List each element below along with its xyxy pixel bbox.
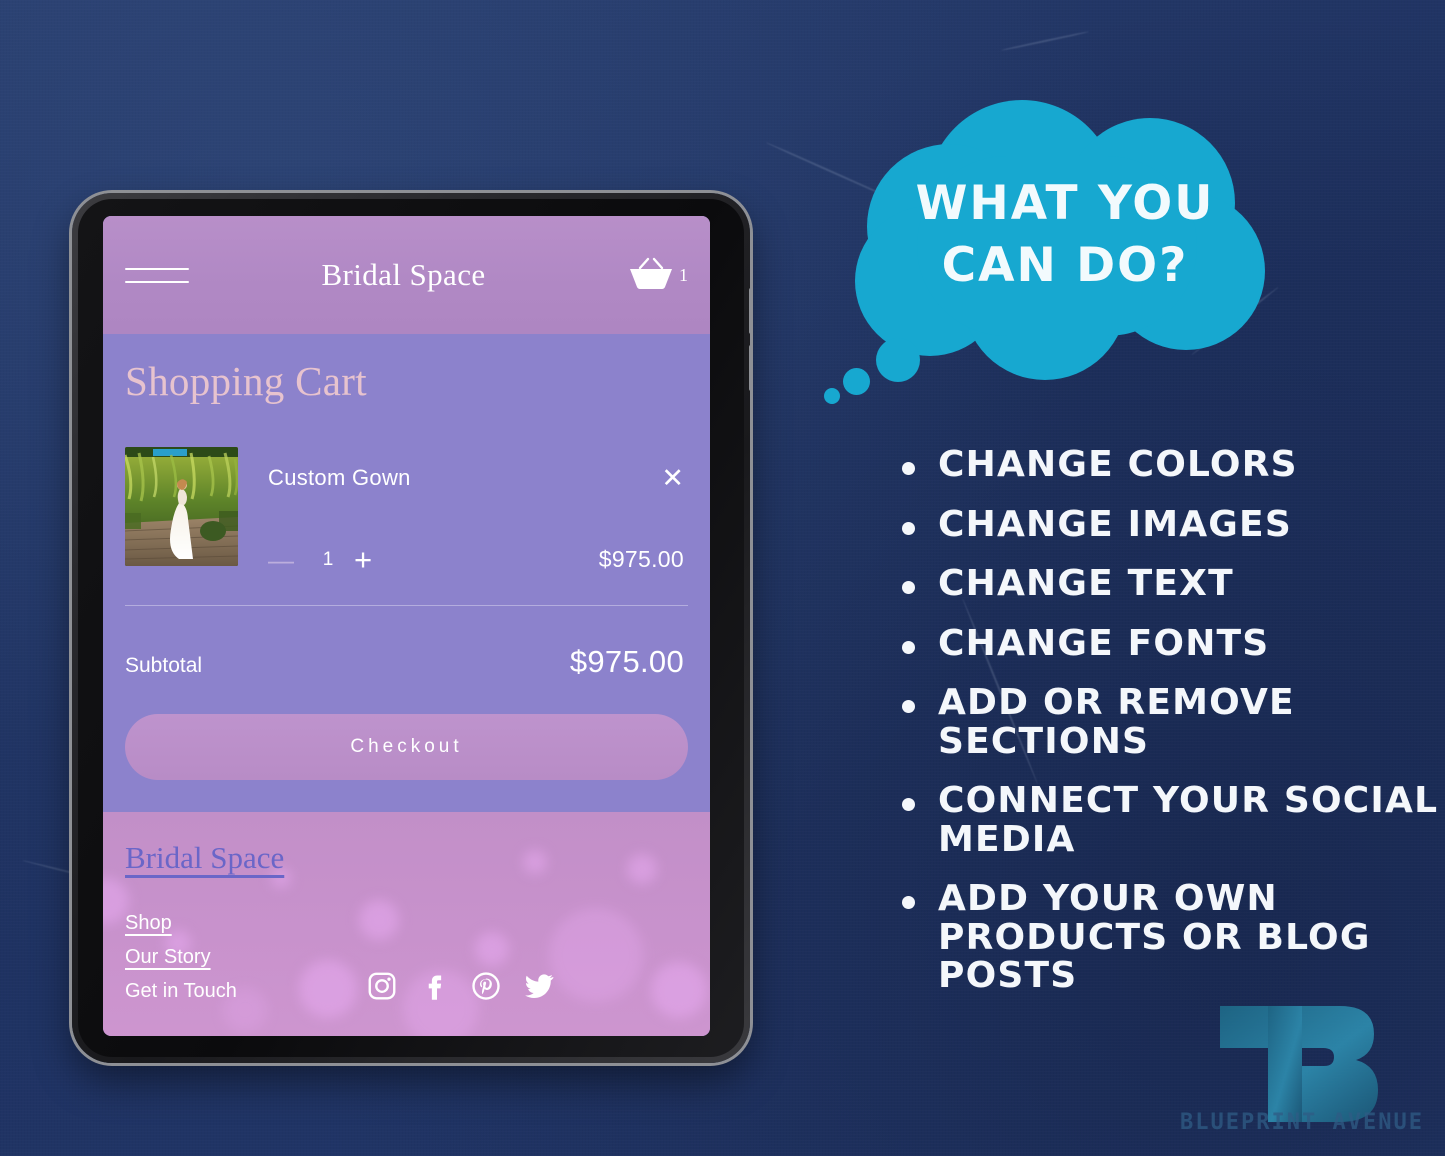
footer-link-get-in-touch[interactable]: Get in Touch [125,980,237,1003]
instagram-icon[interactable] [367,971,397,1001]
page-title: Shopping Cart [125,358,367,404]
bubble-tail-dot-small [824,388,840,404]
volume-down-button[interactable] [749,345,750,391]
cart-button[interactable]: 1 [628,257,688,293]
site-brand-logo[interactable]: Bridal Space [179,257,628,293]
product-price: $975.00 [598,546,684,573]
bokeh-dot [627,854,657,885]
list-item: CHANGE COLORS [892,445,1445,485]
tablet-device-mockup: Bridal Space 1 Shopping Cart Custom Gown… [72,193,750,1063]
decrease-quantity-button[interactable]: — [268,547,302,573]
bokeh-dot [523,850,547,875]
watermark-label: BLUEPRINT AVENUE [1180,1110,1424,1135]
basket-icon [630,257,672,289]
remove-item-button[interactable]: ✕ [661,465,688,492]
subtotal-value: $975.00 [569,644,684,680]
bubble-tail-dot-medium [843,368,870,395]
list-item: CHANGE FONTS [892,624,1445,664]
twitter-icon[interactable] [523,971,555,1001]
footer-logo[interactable]: Bridal Space [125,840,284,876]
list-item: CHANGE IMAGES [892,505,1445,545]
cart-item-header: Custom Gown ✕ [268,447,688,492]
thought-bubble: WHAT YOU CAN DO? [855,100,1275,380]
list-item: ADD OR REMOVE SECTIONS [892,683,1445,761]
list-item: ADD YOUR OWN PRODUCTS OR BLOG POSTS [892,879,1445,996]
bubble-title-line-2: CAN DO? [941,238,1189,293]
cart-bottom-spacer [125,780,688,812]
subtotal-row: Subtotal $975.00 [125,606,688,680]
shopping-cart-section: Shopping Cart Custom Gown ✕ — 1 + $975.0… [103,334,710,813]
pinterest-icon[interactable] [471,971,501,1001]
cart-item-details: Custom Gown ✕ — 1 + $975.00 [238,447,688,576]
feature-list: CHANGE COLORS CHANGE IMAGES CHANGE TEXT … [852,445,1445,1017]
quantity-stepper: — 1 + $975.00 [268,544,688,575]
product-thumbnail[interactable] [125,447,238,567]
subtotal-label: Subtotal [125,654,203,678]
list-item: CHANGE TEXT [892,565,1445,604]
footer-link-our-story[interactable]: Our Story [125,946,237,969]
tablet-screen: Bridal Space 1 Shopping Cart Custom Gown… [103,216,710,1036]
site-footer: Bridal Space Shop Our Story Get in Touch [103,812,710,1036]
checkout-button[interactable]: Checkout [125,714,688,781]
product-image [125,447,238,567]
increase-quantity-button[interactable]: + [354,544,388,575]
social-links [367,971,555,1001]
volume-up-button[interactable] [749,288,750,334]
cart-item-row: Custom Gown ✕ — 1 + $975.00 [125,447,688,575]
bubble-title-line-1: WHAT YOU [915,175,1215,231]
product-name: Custom Gown [268,465,411,491]
footer-link-shop[interactable]: Shop [125,912,237,935]
site-header: Bridal Space 1 [103,216,710,334]
facebook-icon[interactable] [419,971,449,1001]
footer-content: Shop Our Story Get in Touch [125,912,688,1003]
footer-links: Shop Our Story Get in Touch [125,912,237,1003]
bubble-title: WHAT YOU CAN DO? [855,100,1275,370]
quantity-value[interactable]: 1 [302,549,354,571]
list-item: CONNECT YOUR SOCIAL MEDIA [892,781,1445,859]
cart-item-count: 1 [679,264,688,285]
